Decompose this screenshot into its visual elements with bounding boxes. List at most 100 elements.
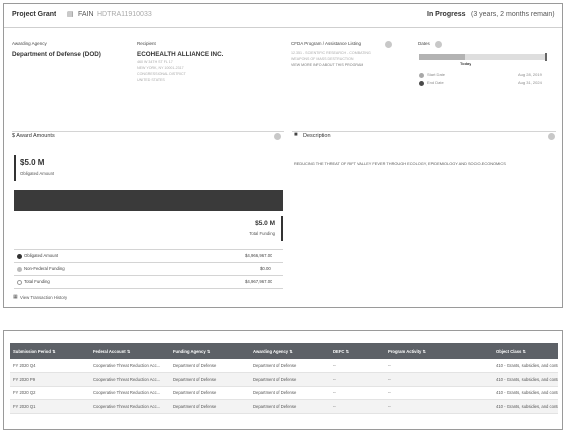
start-date-value: Aug 28, 2019 <box>518 72 542 77</box>
table-cell: Department of Defense <box>250 399 330 414</box>
column-header-funding-agency[interactable]: Funding Agency ⇅ <box>170 343 250 359</box>
table-cell: Department of Defense <box>250 359 330 373</box>
info-icon[interactable] <box>548 133 555 140</box>
table-cell: Department of Defense <box>170 399 250 414</box>
timeline-progress <box>419 54 466 60</box>
end-date-value: Aug 31, 2024 <box>518 80 542 85</box>
table-cell: -- <box>330 359 385 373</box>
total-funding-box: $5.0 M Total Funding <box>199 216 283 241</box>
awarding-agency-label: Awarding Agency <box>12 41 47 46</box>
column-header-defc[interactable]: DEFC ⇅ <box>330 343 385 359</box>
non-federal-dot <box>17 267 22 272</box>
column-header-awarding-agency[interactable]: Awarding Agency ⇅ <box>250 343 330 359</box>
status-detail: (3 years, 2 months remain) <box>471 11 555 18</box>
grant-type-label: Project Grant <box>12 11 57 18</box>
obligated-row-label: Obligated Amount <box>24 253 59 258</box>
obligated-dot <box>17 254 22 259</box>
table-row: FY 2020 P9 Cooperative Threat Reduction … <box>10 372 558 387</box>
recipient-address-line: UNITED STATES <box>137 78 165 82</box>
document-icon: ▤ <box>67 11 74 18</box>
total-caption: Total Funding <box>249 231 275 236</box>
recipient-address-line: 460 W 34TH ST FL 17 <box>137 60 173 64</box>
obligated-row-value: $4,966,967.00 <box>245 253 273 258</box>
table-cell[interactable]: Cooperative Threat Reduction Acc... <box>90 359 170 373</box>
end-date-dot <box>419 81 424 86</box>
recipient-address-line: NEW YORK, NY 10001-2317 <box>137 66 184 70</box>
recipient-label: Recipient <box>137 41 156 46</box>
total-big-value: $5.0 M <box>255 220 275 227</box>
table-cell[interactable]: Cooperative Threat Reduction Acc... <box>90 399 170 414</box>
table-cell: FY 2020 Q2 <box>10 386 90 400</box>
row-divider <box>14 262 283 263</box>
row-divider <box>14 275 283 276</box>
awarding-agency-value[interactable]: Department of Defense (DOD) <box>12 51 101 58</box>
start-date-dot <box>419 73 424 78</box>
transaction-history-link[interactable]: View Transaction History <box>20 295 67 300</box>
recipient-name[interactable]: ECOHEALTH ALLIANCE INC. <box>137 51 223 58</box>
table-cell: -- <box>330 399 385 414</box>
table-cell: -- <box>385 359 493 373</box>
info-icon[interactable] <box>385 41 392 48</box>
table-cell: FY 2020 Q4 <box>10 359 90 373</box>
table-cell[interactable]: Cooperative Threat Reduction Acc... <box>90 386 170 400</box>
award-summary-panel: Project Grant ▤ FAIN HDTRA11910033 In Pr… <box>3 3 563 308</box>
table-cell: -- <box>385 372 493 387</box>
table-cell: Department of Defense <box>170 386 250 400</box>
info-icon[interactable] <box>274 133 281 140</box>
row-divider <box>14 249 283 250</box>
obligated-big-value: $5.0 M <box>20 158 45 167</box>
description-text: REDUCING THE THREAT OF RIFT VALLEY FEVER… <box>294 161 506 166</box>
table-cell: 410 - Grants, subsidies, and contr... <box>493 386 558 400</box>
table-cell: FY 2020 Q1 <box>10 399 90 414</box>
total-row-value: $4,967,967.00 <box>245 279 273 284</box>
table-row: FY 2020 Q1 Cooperative Threat Reduction … <box>10 399 558 414</box>
non-federal-row-label: Non-Federal Funding <box>24 266 65 271</box>
column-header-submission-period[interactable]: Submission Period ⇅ <box>10 343 90 359</box>
table-cell: FY 2020 P9 <box>10 372 90 387</box>
table-cell[interactable]: Cooperative Threat Reduction Acc... <box>90 372 170 387</box>
table-cell: -- <box>385 386 493 400</box>
table-cell: Department of Defense <box>170 372 250 387</box>
table-row: FY 2020 Q4 Cooperative Threat Reduction … <box>10 359 558 373</box>
comment-icon: ■ <box>294 132 298 138</box>
table-cell: -- <box>385 399 493 414</box>
table-cell: 410 - Grants, subsidies, and contr... <box>493 372 558 387</box>
table-cell: -- <box>330 386 385 400</box>
description-title: Description <box>303 133 331 139</box>
federal-account-table: Submission Period ⇅ Federal Account ⇅ Fu… <box>10 343 558 414</box>
obligated-caption: Obligated Amount <box>20 171 55 176</box>
award-header: Project Grant ▤ FAIN HDTRA11910033 In Pr… <box>4 4 562 28</box>
timeline-end-marker <box>545 53 547 61</box>
table-cell: 410 - Grants, subsidies, and contr... <box>493 399 558 414</box>
info-icon[interactable] <box>435 41 442 48</box>
description-divider <box>292 131 556 132</box>
total-funding-dot <box>17 280 22 285</box>
table-cell: Department of Defense <box>250 372 330 387</box>
obligated-funding-bar[interactable] <box>14 190 283 211</box>
cfda-label: CFDA Program / Assistance Listing <box>291 41 362 46</box>
table-cell: 410 - Grants, subsidies, and contr... <box>493 359 558 373</box>
row-divider <box>14 288 283 289</box>
table-cell: Department of Defense <box>170 359 250 373</box>
column-header-program-activity[interactable]: Program Activity ⇅ <box>385 343 493 359</box>
status-label: In Progress <box>427 11 466 18</box>
cfda-text-line: WEAPONS OF MASS DESTRUCTION <box>291 57 354 61</box>
end-date-label: End Date <box>427 80 444 85</box>
total-row-label: Total Funding <box>24 279 50 284</box>
obligated-amount-box: $5.0 M Obligated Amount <box>14 155 98 181</box>
award-amounts-title: $ Award Amounts <box>12 133 55 139</box>
table-header-row: Submission Period ⇅ Federal Account ⇅ Fu… <box>10 343 558 359</box>
cfda-text-line: 12.351 - SCIENTIFIC RESEARCH - COMBATING <box>291 51 371 55</box>
column-header-object-class[interactable]: Object Class ⇅ <box>493 343 558 359</box>
fain-value: HDTRA11910033 <box>97 11 152 18</box>
federal-account-funding-panel: Submission Period ⇅ Federal Account ⇅ Fu… <box>3 330 563 430</box>
column-header-federal-account[interactable]: Federal Account ⇅ <box>90 343 170 359</box>
dates-label: Dates <box>418 41 430 46</box>
cfda-program-link[interactable]: VIEW MORE INFO ABOUT THIS PROGRAM <box>291 63 363 67</box>
fain-label: FAIN <box>78 11 94 18</box>
table-cell: Department of Defense <box>250 386 330 400</box>
recipient-address-line: CONGRESSIONAL DISTRICT <box>137 72 186 76</box>
table-icon[interactable]: ▦ <box>13 294 18 300</box>
table-row: FY 2020 Q2 Cooperative Threat Reduction … <box>10 386 558 400</box>
table-cell: -- <box>330 372 385 387</box>
